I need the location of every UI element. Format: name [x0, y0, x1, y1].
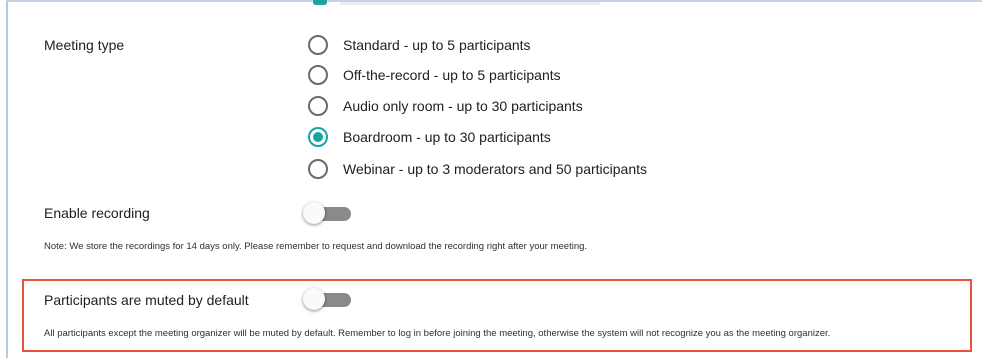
radio-option-audio-only[interactable]: Audio only room - up to 30 participants: [308, 95, 583, 117]
partial-control-above: [313, 0, 327, 5]
muted-by-default-toggle[interactable]: [303, 288, 351, 310]
highlight-box: [22, 279, 972, 352]
radio-button[interactable]: [308, 35, 328, 55]
radio-button[interactable]: [308, 96, 328, 116]
panel-left-border: [6, 0, 8, 358]
radio-button[interactable]: [308, 65, 328, 85]
partial-text-above: [340, 2, 600, 5]
radio-button[interactable]: [308, 159, 328, 179]
radio-option-label: Boardroom - up to 30 participants: [343, 129, 551, 145]
muted-by-default-note: All participants except the meeting orga…: [44, 328, 831, 339]
radio-option-off-the-record[interactable]: Off-the-record - up to 5 participants: [308, 64, 561, 86]
radio-option-label: Standard - up to 5 participants: [343, 37, 531, 53]
muted-by-default-label: Participants are muted by default: [44, 292, 249, 308]
toggle-thumb: [303, 202, 325, 224]
meeting-type-label: Meeting type: [44, 37, 125, 53]
radio-selected-dot: [313, 132, 323, 142]
radio-button-selected[interactable]: [308, 127, 328, 147]
radio-option-label: Off-the-record - up to 5 participants: [343, 67, 561, 83]
radio-option-label: Webinar - up to 3 moderators and 50 part…: [343, 161, 648, 177]
radio-option-label: Audio only room - up to 30 participants: [343, 98, 583, 114]
enable-recording-label: Enable recording: [44, 205, 150, 221]
enable-recording-toggle[interactable]: [303, 202, 351, 224]
radio-option-webinar[interactable]: Webinar - up to 3 moderators and 50 part…: [308, 158, 647, 180]
toggle-thumb: [303, 288, 325, 310]
radio-option-standard[interactable]: Standard - up to 5 participants: [308, 34, 531, 56]
radio-option-boardroom[interactable]: Boardroom - up to 30 participants: [308, 126, 551, 148]
recording-note: Note: We store the recordings for 14 day…: [44, 241, 588, 252]
